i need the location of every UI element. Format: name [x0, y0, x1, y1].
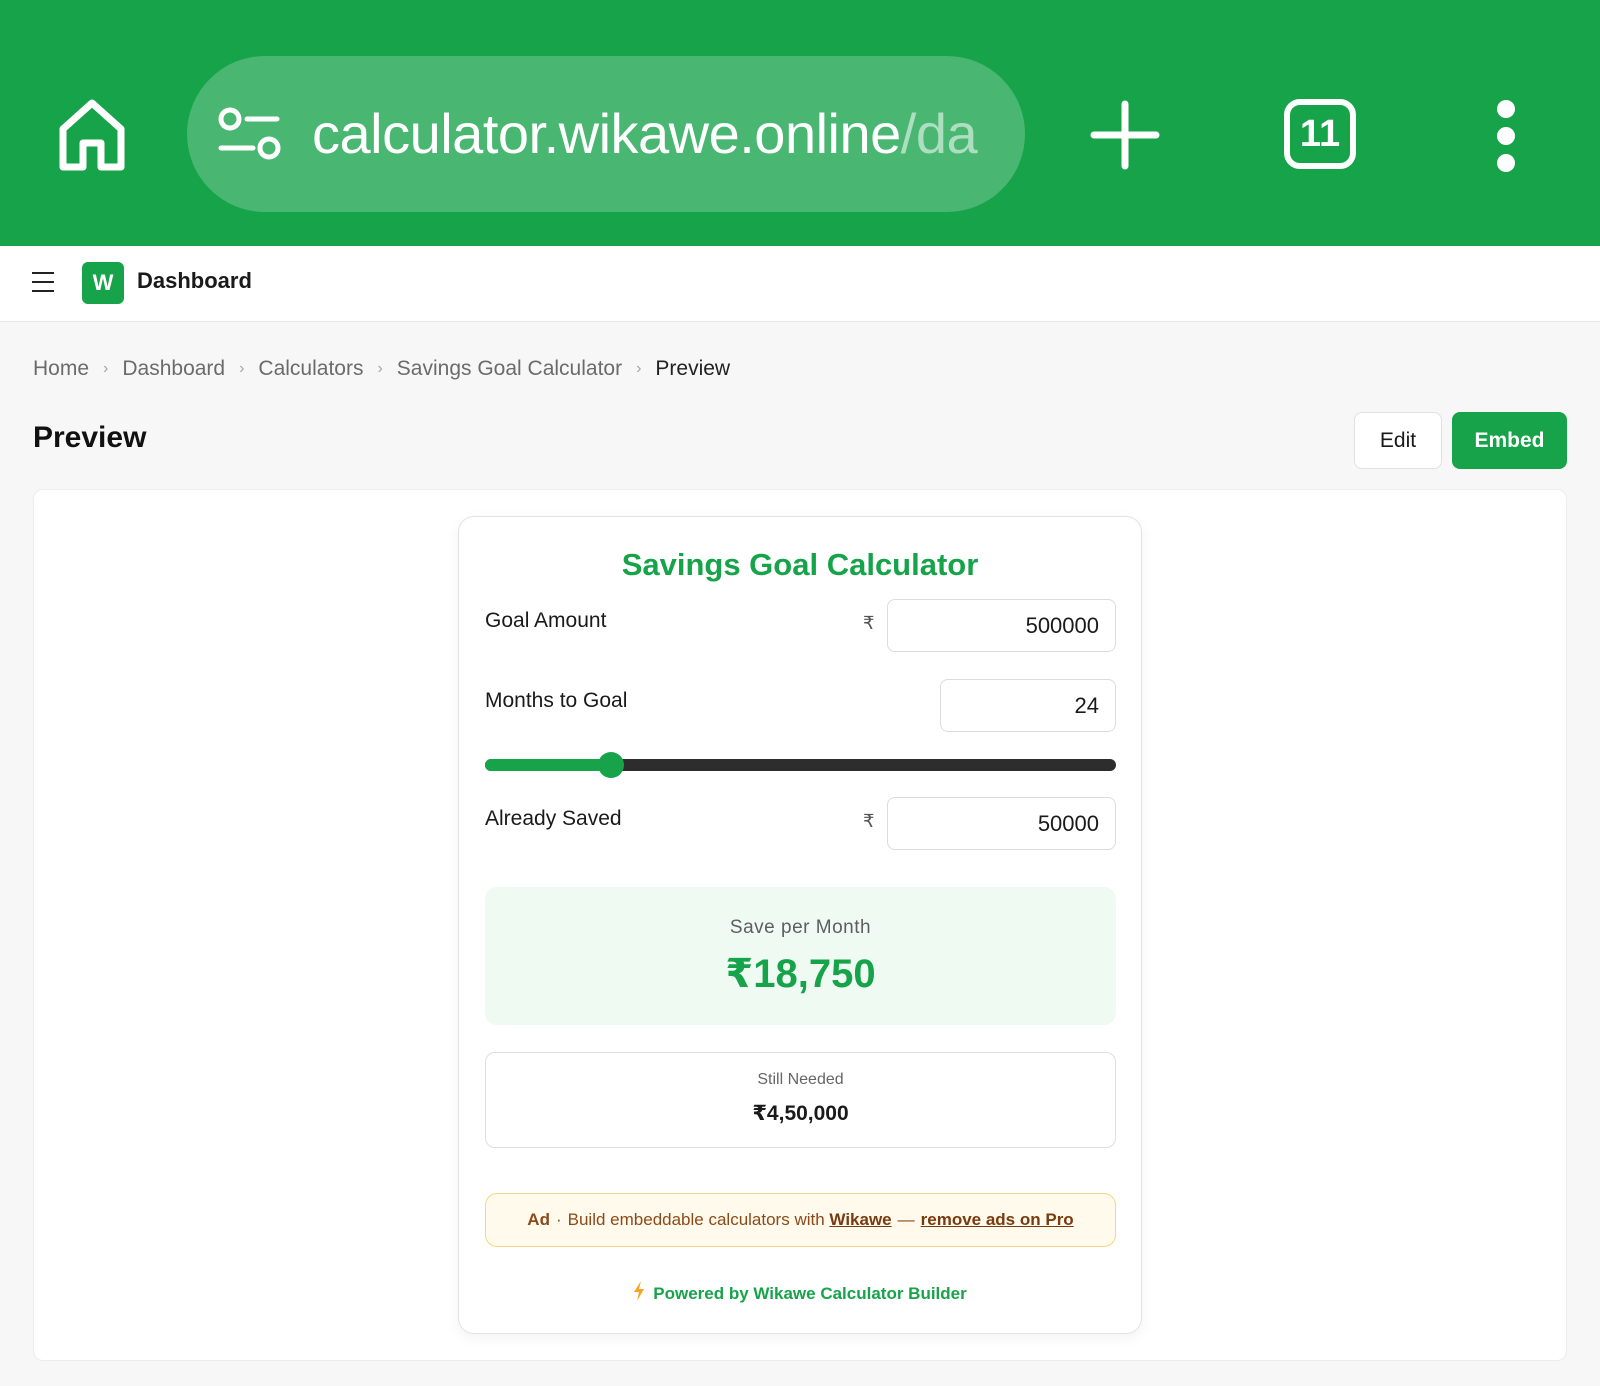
- browser-toolbar: calculator.wikawe.online/da 11: [0, 0, 1600, 246]
- currency-symbol: ₹: [863, 811, 875, 831]
- breadcrumb-current: Preview: [655, 357, 731, 380]
- already-saved-label: Already Saved: [485, 807, 622, 830]
- goal-amount-label: Goal Amount: [485, 609, 607, 632]
- goal-amount-input[interactable]: 500000: [887, 599, 1116, 652]
- currency-symbol: ₹: [863, 613, 875, 633]
- embed-button[interactable]: Embed: [1452, 412, 1567, 469]
- edit-button[interactable]: Edit: [1354, 412, 1442, 469]
- already-saved-input[interactable]: 50000: [887, 797, 1116, 850]
- url-host: calculator.wikawe.online: [312, 102, 901, 165]
- breadcrumb-dashboard[interactable]: Dashboard: [122, 357, 225, 381]
- calculator-widget: Savings Goal Calculator Goal Amount ₹ 50…: [458, 516, 1142, 1334]
- new-tab-icon[interactable]: [1090, 100, 1160, 170]
- tab-switcher-button[interactable]: 11: [1284, 99, 1356, 169]
- still-needed-label: Still Needed: [757, 1071, 844, 1088]
- chevron-right-icon: ›: [103, 360, 109, 377]
- slider-thumb[interactable]: [598, 752, 625, 778]
- powered-by-text: Powered by Wikawe Calculator Builder: [653, 1283, 967, 1303]
- tab-count: 11: [1299, 112, 1341, 155]
- breadcrumb-calculators[interactable]: Calculators: [258, 357, 363, 381]
- more-menu-icon[interactable]: [1488, 100, 1524, 172]
- app-logo[interactable]: W: [82, 262, 124, 304]
- ad-dot: ·: [555, 1210, 562, 1229]
- hamburger-menu-icon[interactable]: [32, 272, 54, 292]
- chevron-right-icon: ›: [636, 360, 642, 377]
- chevron-right-icon: ›: [377, 360, 383, 377]
- months-label: Months to Goal: [485, 689, 628, 712]
- address-bar[interactable]: calculator.wikawe.online/da: [187, 56, 1025, 212]
- still-needed-value: ₹4,50,000: [752, 1102, 849, 1125]
- still-needed-box: Still Needed ₹4,50,000: [485, 1052, 1116, 1148]
- logo-letter: W: [92, 270, 114, 295]
- page-title: Preview: [33, 421, 147, 454]
- lightning-icon: [633, 1281, 645, 1306]
- remove-ads-link[interactable]: remove ads on Pro: [921, 1210, 1074, 1230]
- powered-by[interactable]: Powered by Wikawe Calculator Builder: [459, 1281, 1141, 1306]
- url-path: /da: [900, 102, 978, 165]
- chevron-right-icon: ›: [239, 360, 245, 377]
- home-icon[interactable]: [52, 92, 132, 176]
- wikawe-link[interactable]: Wikawe: [829, 1210, 891, 1230]
- ad-text: Build embeddable calculators with: [567, 1210, 825, 1229]
- breadcrumb-home[interactable]: Home: [33, 357, 89, 381]
- result-value: ₹18,750: [725, 952, 876, 996]
- app-title: Dashboard: [137, 268, 252, 293]
- result-label: Save per Month: [729, 917, 872, 938]
- months-input[interactable]: 24: [940, 679, 1116, 732]
- ad-dash: —: [897, 1210, 915, 1229]
- site-controls-icon[interactable]: [217, 106, 283, 162]
- breadcrumb: Home › Dashboard › Calculators › Savings…: [33, 357, 730, 381]
- url-text[interactable]: calculator.wikawe.online/da: [312, 100, 978, 168]
- breadcrumb-calculator[interactable]: Savings Goal Calculator: [397, 357, 622, 381]
- months-slider[interactable]: [485, 752, 1116, 778]
- ad-tag: Ad: [527, 1210, 550, 1229]
- slider-fill: [485, 759, 612, 771]
- ad-banner: Ad · Build embeddable calculators with W…: [485, 1193, 1116, 1247]
- result-box: Save per Month ₹18,750: [485, 887, 1116, 1025]
- app-header: W Dashboard: [0, 246, 1600, 322]
- calculator-title: Savings Goal Calculator: [621, 547, 979, 582]
